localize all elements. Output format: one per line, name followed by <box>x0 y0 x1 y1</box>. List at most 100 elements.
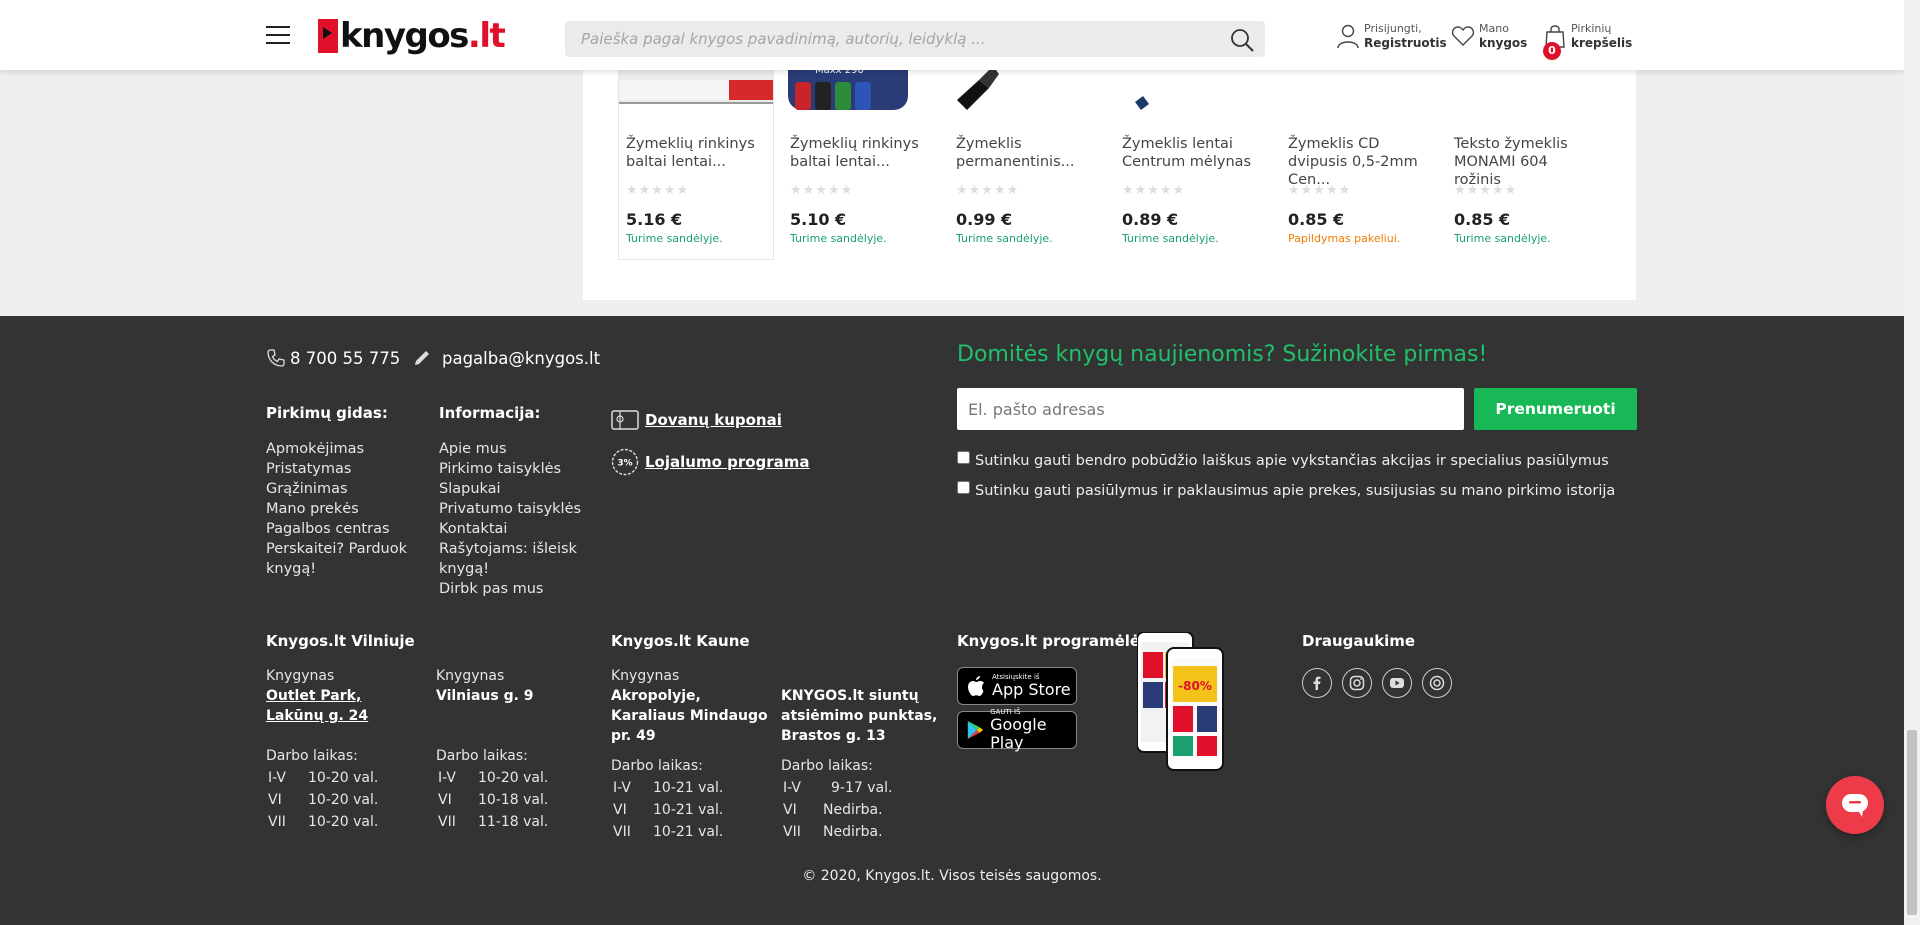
rating-stars: ★★★★★ <box>1288 183 1352 198</box>
email-address[interactable]: pagalba@knygos.lt <box>442 349 600 368</box>
product-name[interactable]: Teksto žymeklis MONAMI 604 rožinis <box>1454 135 1599 189</box>
consent-general-checkbox[interactable] <box>957 450 970 464</box>
vilnius-title: Knygos.lt Vilniuje <box>266 632 415 650</box>
youtube-icon[interactable] <box>1382 668 1412 698</box>
guide-title: Pirkimų gidas: <box>266 404 388 422</box>
rating-stars: ★★★★★ <box>1122 183 1186 198</box>
goodreads-icon[interactable] <box>1422 668 1452 698</box>
link-sell-book[interactable]: Perskaitei? Parduok <box>266 539 407 559</box>
login-link[interactable]: Prisijungti, Registruotis <box>1336 22 1447 50</box>
link-about[interactable]: Apie mus <box>439 439 581 459</box>
cart-link[interactable]: Pirkinių krepšelis 0 <box>1543 22 1633 60</box>
consent-history[interactable]: Sutinku gauti pasiūlymus ir paklausimus … <box>957 480 1616 499</box>
instagram-icon[interactable] <box>1342 668 1372 698</box>
product-name[interactable]: Žymeklių rinkinys baltai lentai... <box>790 135 935 171</box>
app-store-button[interactable]: Atsisiųskite iš App Store <box>957 667 1077 705</box>
consent-general[interactable]: Sutinku gauti bendro pobūdžio laiškus ap… <box>957 450 1609 469</box>
store-address-link-2[interactable]: Lakūnų g. 24 <box>266 706 380 726</box>
apple-icon <box>968 676 984 696</box>
login-bottom-text: Registruotis <box>1364 36 1447 50</box>
cart-bottom-text: krepšelis <box>1571 36 1633 50</box>
gift-coupons-link[interactable]: Dovanų kuponai <box>611 406 782 434</box>
store-address-2: Karaliaus Mindaugo <box>611 708 768 724</box>
hours-table: I-V 10-20 val. VI 10-18 val. VII 11-18 val. <box>438 770 549 830</box>
store-vilniaus: Knygynas Vilniaus g. 9 Darbo laikas: I-V… <box>436 666 550 834</box>
product-price: 5.10 € <box>790 210 847 229</box>
product-name[interactable]: Žymeklis CD dvipusis 0,5-2mm Cen... <box>1288 135 1433 189</box>
store-pickup-point: KNYGOS.lt siuntų atsiėmimo punktas, Bras… <box>781 686 937 844</box>
my-books-link[interactable]: Mano knygos <box>1451 22 1527 50</box>
newsletter-email-input[interactable] <box>957 388 1464 430</box>
chat-button[interactable] <box>1826 776 1884 834</box>
site-logo[interactable]: knygos.lt <box>318 16 506 56</box>
google-play-button[interactable]: GAUTI IŠ Google Play <box>957 708 1077 752</box>
link-writers[interactable]: Rašytojams: išleisk <box>439 539 581 559</box>
link-my-products[interactable]: Mano prekės <box>266 499 407 519</box>
email-contact[interactable]: pagalba@knygos.lt <box>412 348 600 368</box>
product-card[interactable]: Maxx 290 Žymeklių rinkinys baltai lentai… <box>783 40 939 260</box>
product-name[interactable]: Žymeklis permanentinis... <box>956 135 1101 171</box>
menu-icon[interactable] <box>266 26 290 46</box>
stock-status: Papildymas pakeliui. <box>1288 232 1401 245</box>
link-delivery[interactable]: Pristatymas <box>266 459 407 479</box>
consent-history-text: Sutinku gauti pasiūlymus ir paklausimus … <box>975 483 1616 499</box>
store-type: Knygynas <box>266 668 335 684</box>
link-payment[interactable]: Apmokėjimas <box>266 439 407 459</box>
facebook-icon[interactable] <box>1302 668 1332 698</box>
link-purchase-rules[interactable]: Pirkimo taisyklės <box>439 459 581 479</box>
link-contacts[interactable]: Kontaktai <box>439 519 581 539</box>
subscribe-button[interactable]: Prenumeruoti <box>1474 388 1637 430</box>
loyalty-link[interactable]: 3% Lojalumo programa <box>611 448 810 476</box>
product-card[interactable]: Žymeklis permanentinis... ★★★★★ 0.99 € T… <box>949 40 1105 260</box>
phone-contact[interactable]: 8 700 55 775 <box>266 348 400 368</box>
my-bottom-text: knygos <box>1479 36 1528 50</box>
gift-card-icon <box>611 410 639 430</box>
page-scrollbar[interactable] <box>1904 0 1920 925</box>
rating-stars: ★★★★★ <box>1454 183 1518 198</box>
link-returns[interactable]: Grąžinimas <box>266 479 407 499</box>
product-price: 0.89 € <box>1122 210 1179 229</box>
link-writers-cont[interactable]: knygą! <box>439 559 581 579</box>
app-store-label: App Store <box>992 680 1071 699</box>
product-card[interactable]: Žymeklių rinkinys baltai lentai... ★★★★★… <box>618 40 774 260</box>
store-address-3: pr. 49 <box>611 728 656 744</box>
rating-stars: ★★★★★ <box>626 183 690 198</box>
newsletter-title: Domitės knygų naujienomis? Sužinokite pi… <box>957 342 1488 367</box>
hours-label: Darbo laikas: <box>611 758 703 774</box>
link-privacy[interactable]: Privatumo taisyklės <box>439 499 581 519</box>
product-card[interactable]: Žymeklis lentai Centrum mėlynas ★★★★★ 0.… <box>1115 40 1271 260</box>
hours-label: Darbo laikas: <box>436 748 528 764</box>
product-card[interactable]: Žymeklis CD dvipusis 0,5-2mm Cen... ★★★★… <box>1281 40 1437 260</box>
search-input[interactable] <box>565 21 1205 57</box>
consent-history-checkbox[interactable] <box>957 480 970 494</box>
logo-mark-icon <box>318 19 338 53</box>
link-sell-book-cont[interactable]: knygą! <box>266 559 407 579</box>
info-links: Apie mus Pirkimo taisyklės Slapukai Priv… <box>439 439 581 599</box>
product-price: 0.85 € <box>1454 210 1511 229</box>
store-address: Vilniaus g. 9 <box>436 688 534 704</box>
site-header: knygos.lt Prisijungti,Registruotis Manok… <box>0 0 1904 70</box>
link-help-center[interactable]: Pagalbos centras <box>266 519 407 539</box>
store-address-2: atsiėmimo punktas, <box>781 708 938 724</box>
loyalty-badge-text: 3% <box>617 459 632 469</box>
logo-suffix: .lt <box>467 16 506 56</box>
product-card[interactable]: Teksto žymeklis MONAMI 604 rožinis ★★★★★… <box>1447 40 1603 260</box>
product-name[interactable]: Žymeklis lentai Centrum mėlynas <box>1122 135 1267 171</box>
loyalty-label[interactable]: Lojalumo programa <box>645 453 810 471</box>
info-title: Informacija: <box>439 404 541 422</box>
product-name[interactable]: Žymeklių rinkinys baltai lentai... <box>626 135 771 171</box>
heart-icon <box>1451 26 1475 46</box>
hours-table: I-V 9-17 val. VI Nedirba. VII Nedirba. <box>783 780 893 840</box>
link-cookies[interactable]: Slapukai <box>439 479 581 499</box>
store-address-3: Brastos g. 13 <box>781 728 886 744</box>
scrollbar-thumb[interactable] <box>1907 730 1917 915</box>
store-akropolis: Knygynas Akropolyje, Karaliaus Mindaugo … <box>611 666 768 844</box>
product-price: 5.16 € <box>626 210 683 229</box>
store-address-link[interactable]: Outlet Park, <box>266 686 380 706</box>
link-careers[interactable]: Dirbk pas mus <box>439 579 581 599</box>
gift-coupons-label[interactable]: Dovanų kuponai <box>645 411 782 429</box>
search-icon[interactable] <box>1229 27 1255 53</box>
google-play-label: Google Play <box>990 715 1047 752</box>
loyalty-badge-icon: 3% <box>611 448 639 476</box>
phone-number[interactable]: 8 700 55 775 <box>290 349 400 368</box>
